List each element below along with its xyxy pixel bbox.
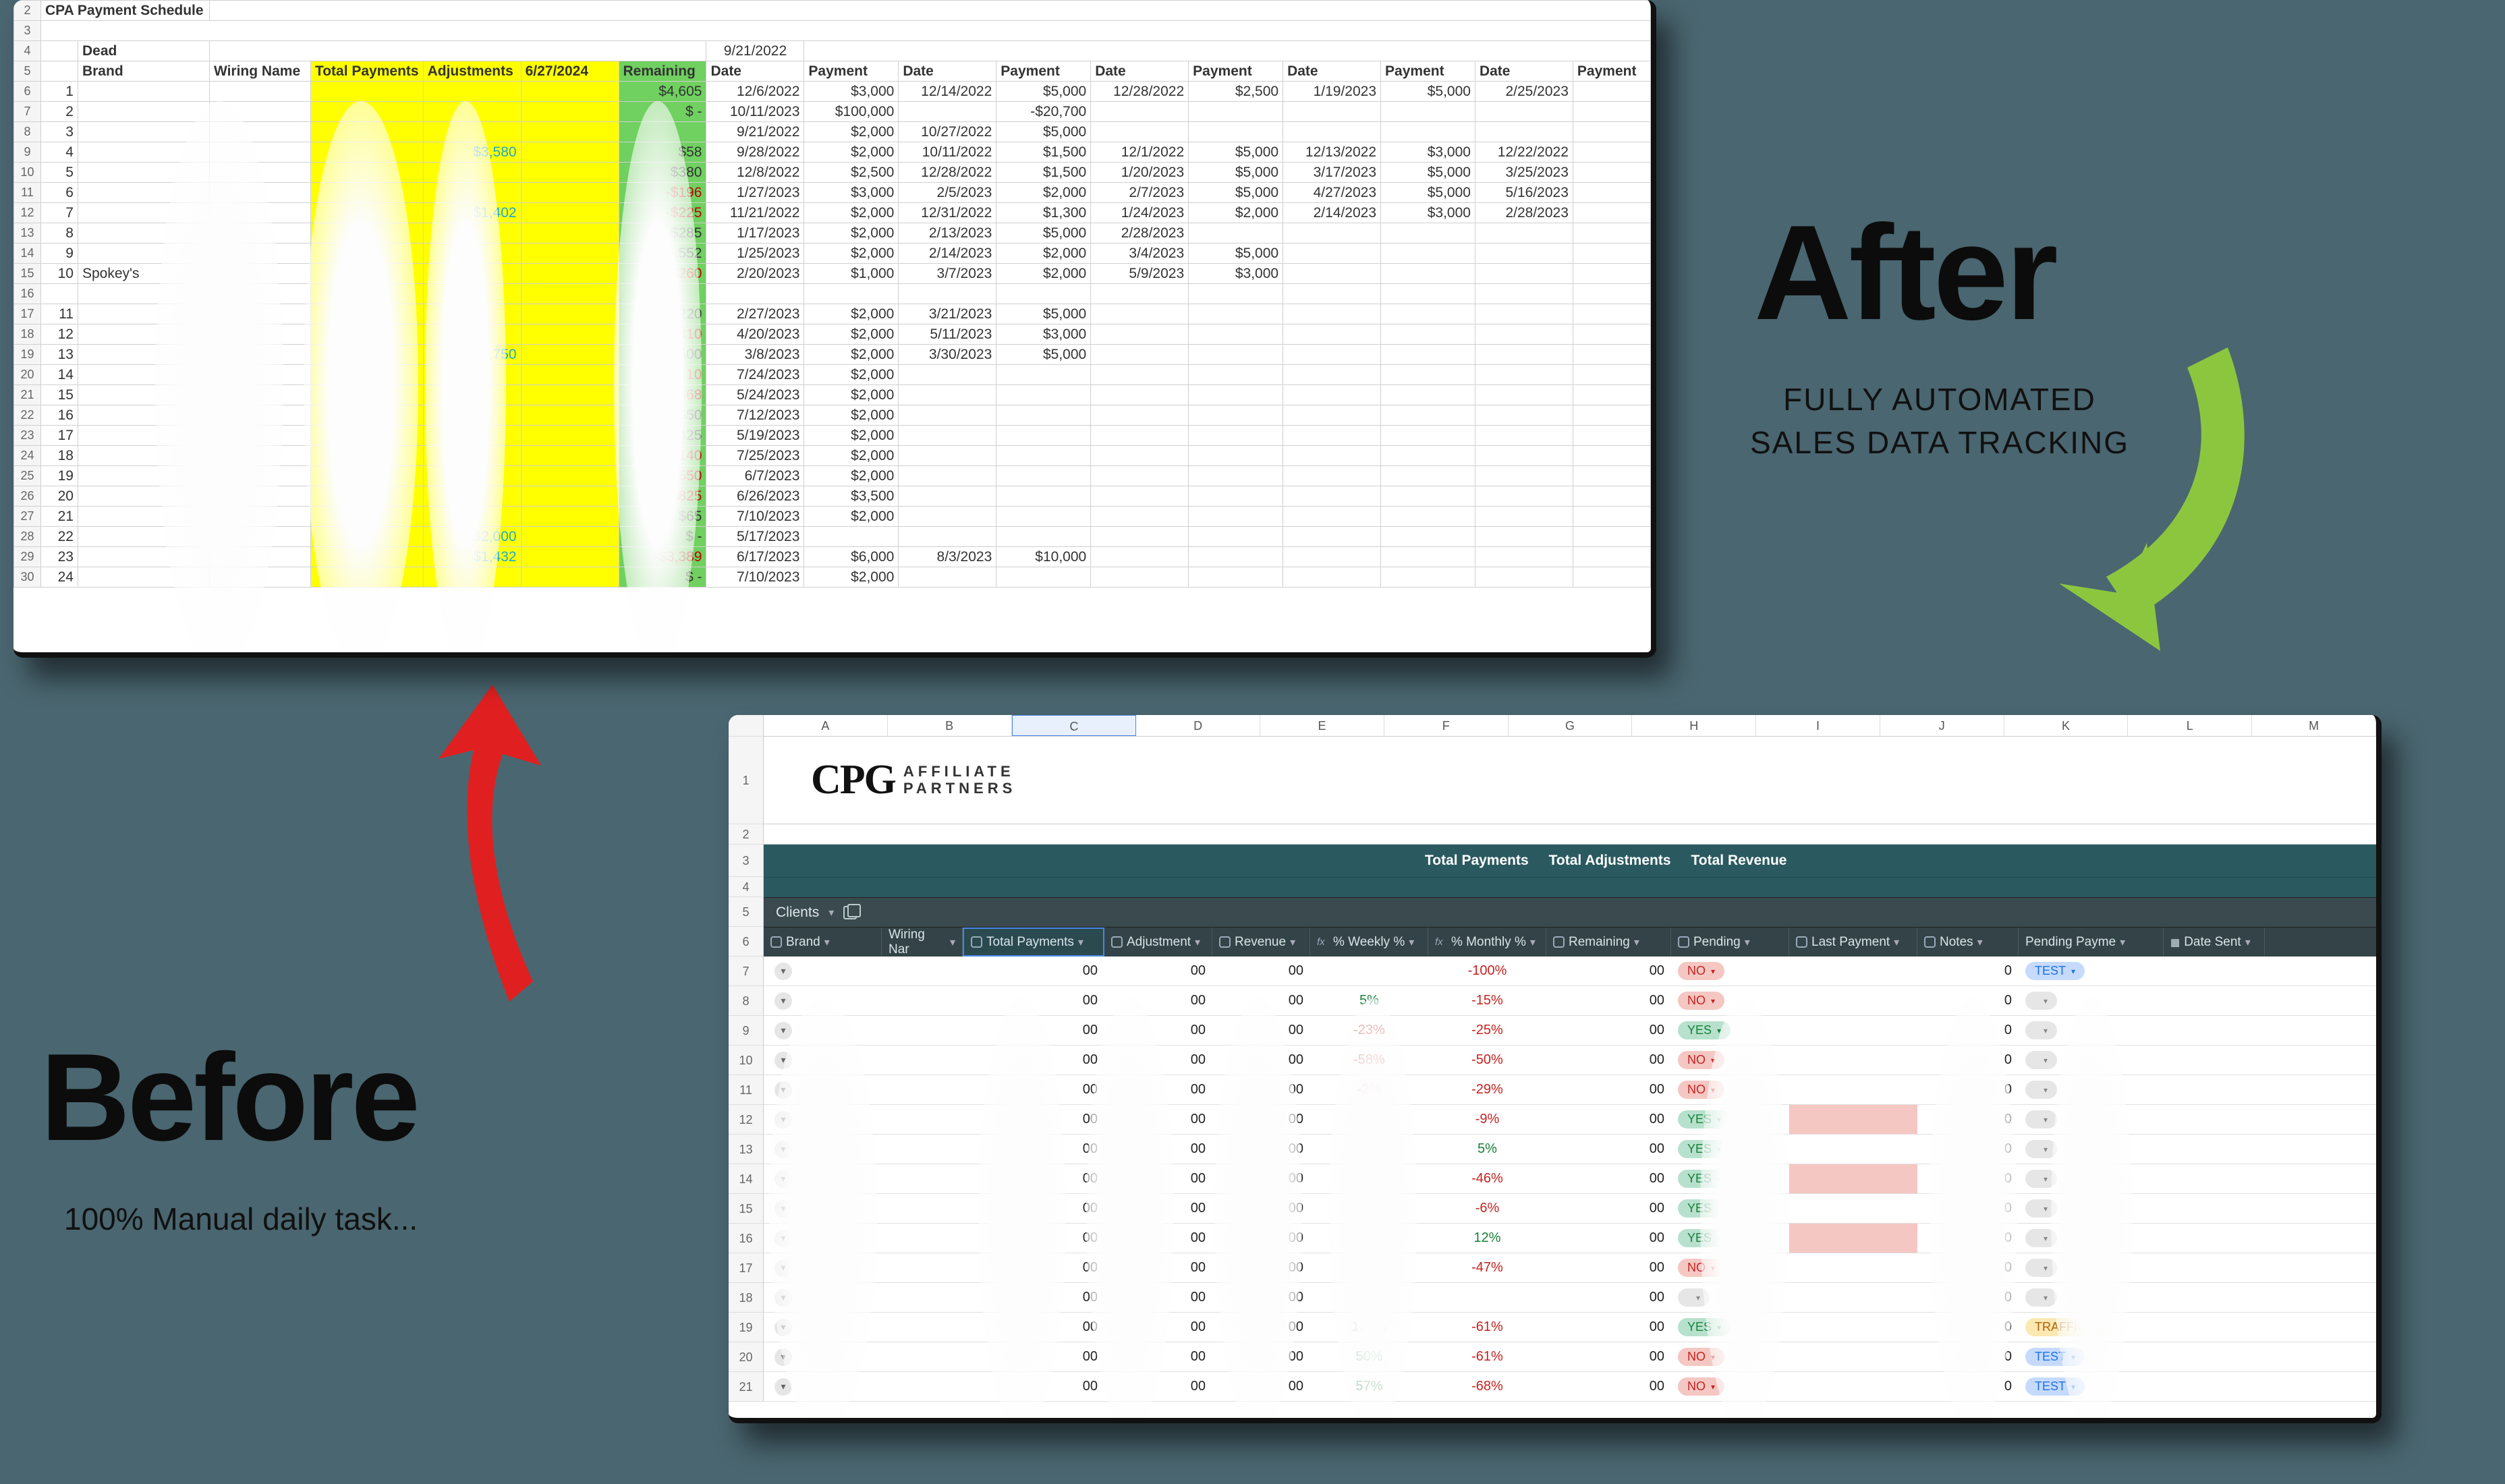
dropdown-icon[interactable]: [775, 1348, 792, 1366]
link-icon: [971, 936, 982, 948]
after-subtitle: FULLY AUTOMATEDSALES DATA TRACKING: [1730, 378, 2149, 465]
dropdown-icon[interactable]: [775, 1052, 792, 1069]
logo-main: CPG: [811, 756, 895, 804]
hdr-total-payments[interactable]: Total Payments▾: [963, 928, 1104, 957]
hdr-pending-payment[interactable]: Pending Payme▾: [2019, 928, 2164, 957]
fx-icon: fx: [1317, 936, 1329, 948]
chevron-down-icon: ▾: [828, 906, 834, 919]
table-row[interactable]: 000000-7%12%00YES0: [764, 1224, 2376, 1253]
clients-bar[interactable]: Clients▾: [764, 897, 2376, 927]
table-row[interactable]: 000000-58%-50%00NO0: [764, 1046, 2376, 1075]
dropdown-icon[interactable]: [775, 1170, 792, 1188]
table-row[interactable]: 00000050%-61%00NO0TEST: [764, 1342, 2376, 1372]
link-icon: [1111, 936, 1123, 948]
before-subtitle: 100% Manual daily task...: [64, 1201, 418, 1237]
hdr-revenue[interactable]: Revenue▾: [1212, 928, 1310, 957]
dropdown-icon[interactable]: [775, 1022, 792, 1039]
table-row[interactable]: 000000-23%-25%00YES0: [764, 1016, 2376, 1046]
column-letter[interactable]: L: [2128, 715, 2252, 736]
before-spreadsheet: 2CPA Payment Schedule34Dead9/21/20225Bra…: [13, 0, 1656, 658]
hdr-notes[interactable]: Notes▾: [1917, 928, 2019, 957]
hdr-brand[interactable]: Brand▾: [764, 928, 882, 957]
hdr-adjustment[interactable]: Adjustment▾: [1104, 928, 1212, 957]
dropdown-icon[interactable]: [775, 1378, 792, 1396]
fx-icon: fx: [1435, 936, 1447, 948]
table-row[interactable]: 000000150%-61%00YES0TRAFFIC: [764, 1313, 2376, 1342]
dropdown-icon[interactable]: [775, 1111, 792, 1129]
hdr-date-sent[interactable]: ▦Date Sent▾: [2164, 928, 2265, 957]
logo-sub: AFFILIATEPARTNERS: [903, 764, 1016, 796]
link-icon: [1796, 936, 1807, 948]
table-row[interactable]: 00000043%-9%00YES0: [764, 1105, 2376, 1135]
table-row[interactable]: 000000-2%-29%00NO0: [764, 1075, 2376, 1105]
copy-icon[interactable]: [843, 906, 857, 919]
dropdown-icon[interactable]: [775, 1081, 792, 1099]
column-definition-bar[interactable]: Brand▾ Wiring Nar▾ Total Payments▾ Adjus…: [764, 927, 2376, 957]
red-arrow-icon: [391, 685, 567, 1042]
dropdown-icon[interactable]: [775, 963, 792, 980]
column-letter[interactable]: C: [1012, 715, 1137, 736]
table-row[interactable]: 000000-60%-46%00YES0: [764, 1164, 2376, 1194]
column-letter[interactable]: K: [2004, 715, 2129, 736]
table-row[interactable]: 00000037%-6%00YES0: [764, 1194, 2376, 1224]
totals-bar: Total Payments Total Adjustments Total R…: [764, 845, 2376, 877]
column-letter[interactable]: D: [1136, 715, 1260, 736]
link-icon: [1553, 936, 1565, 948]
column-letter[interactable]: B: [888, 715, 1012, 736]
logo-row: CPG AFFILIATEPARTNERS: [764, 737, 2376, 824]
link-icon: [1924, 936, 1936, 948]
table-row[interactable]: 000000-36%5%00YES0: [764, 1135, 2376, 1164]
hdr-weekly[interactable]: fx% Weekly %▾: [1310, 928, 1428, 957]
link-icon: [1219, 936, 1231, 948]
column-letter[interactable]: G: [1509, 715, 1633, 736]
column-letter[interactable]: E: [1260, 715, 1384, 736]
column-letter[interactable]: H: [1632, 715, 1756, 736]
dropdown-icon[interactable]: [775, 1200, 792, 1218]
before-table: 2CPA Payment Schedule34Dead9/21/20225Bra…: [13, 0, 1651, 588]
hdr-last-payment[interactable]: Last Payment▾: [1789, 928, 1917, 957]
hdr-pending[interactable]: Pending▾: [1671, 928, 1789, 957]
column-header-bar[interactable]: ABCDEFGHIJKLM: [764, 715, 2376, 737]
table-row[interactable]: 000000-39%-47%00NO0: [764, 1253, 2376, 1283]
hdr-wiring[interactable]: Wiring Nar▾: [882, 928, 963, 957]
dropdown-icon[interactable]: [775, 1230, 792, 1247]
column-letter[interactable]: M: [2252, 715, 2376, 736]
column-letter[interactable]: F: [1384, 715, 1509, 736]
link-icon: [1678, 936, 1689, 948]
dropdown-icon[interactable]: [775, 1141, 792, 1158]
link-icon: [770, 936, 782, 948]
dropdown-icon[interactable]: [775, 1289, 792, 1307]
hdr-remaining[interactable]: Remaining▾: [1546, 928, 1671, 957]
column-letter[interactable]: I: [1756, 715, 1880, 736]
dropdown-icon[interactable]: [775, 1319, 792, 1336]
hdr-monthly[interactable]: fx% Monthly %▾: [1428, 928, 1546, 957]
table-row[interactable]: 00000057%-68%00NO0TEST: [764, 1372, 2376, 1402]
table-row[interactable]: 000000-100%00NO0TEST: [764, 957, 2376, 986]
after-spreadsheet: ABCDEFGHIJKLM 1 CPG AFFILIATEPARTNERS 2 …: [729, 715, 2382, 1423]
dropdown-icon[interactable]: [775, 992, 792, 1010]
after-title: After: [1754, 196, 2056, 351]
table-row[interactable]: 00000000 0: [764, 1283, 2376, 1313]
dropdown-icon[interactable]: [775, 1259, 792, 1277]
column-letter[interactable]: J: [1880, 715, 2004, 736]
before-title: Before: [40, 1025, 418, 1168]
column-letter[interactable]: A: [764, 715, 888, 736]
table-row[interactable]: 0000005%-15%00NO0: [764, 986, 2376, 1016]
